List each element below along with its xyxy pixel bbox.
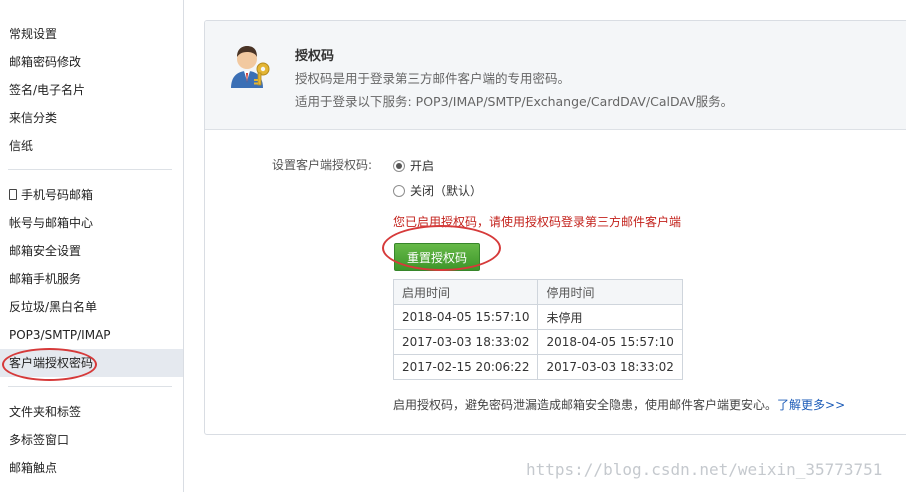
panel-services: 适用于登录以下服务: POP3/IMAP/SMTP/Exchange/CardD… (295, 94, 734, 109)
radio-checked-icon[interactable] (393, 159, 405, 172)
sidebar-item-label: 客户端授权密码 (9, 356, 94, 370)
enabled-time-cell: 2017-03-03 18:33:02 (392, 329, 539, 355)
sidebar-item-antispam[interactable]: 反垃圾/黑白名单 (0, 293, 183, 321)
sidebar-item-security[interactable]: 邮箱安全设置 (0, 237, 183, 265)
panel-header: 授权码 授权码是用于登录第三方邮件客户端的专用密码。 适用于登录以下服务: PO… (205, 21, 906, 130)
learn-more-link[interactable]: 了解更多>> (777, 398, 845, 412)
sidebar-item-label: 邮箱触点 (9, 461, 58, 475)
auth-code-history-table: 启用时间 停用时间 2018-04-05 15:57:10 未停用 2017-0… (392, 279, 683, 380)
sidebar-item-label: 签名/电子名片 (9, 83, 86, 97)
auth-enabled-warning: 您已启用授权码，请使用授权码登录第三方邮件客户端 (393, 215, 682, 229)
sidebar-item-stationery[interactable]: 信纸 (0, 132, 183, 160)
radio-disable[interactable]: 关闭（默认） (393, 182, 482, 199)
radio-enable[interactable]: 开启 (393, 157, 434, 174)
sidebar-item-label: 邮箱手机服务 (9, 272, 82, 286)
sidebar-item-label: 来信分类 (9, 111, 58, 125)
sidebar-item-filters[interactable]: 来信分类 (0, 104, 183, 132)
reset-auth-code-button[interactable]: 重置授权码 (394, 243, 480, 271)
disabled-time-cell: 未停用 (537, 304, 683, 330)
sidebar-item-label: 文件夹和标签 (9, 405, 82, 419)
watermark-url: https://blog.csdn.net/weixin_35773751 (526, 460, 883, 479)
auth-code-panel: 授权码 授权码是用于登录第三方邮件客户端的专用密码。 适用于登录以下服务: PO… (204, 20, 906, 435)
user-key-icon (231, 46, 270, 88)
table-row: 2017-02-15 20:06:22 2017-03-03 18:33:02 (392, 354, 683, 380)
enabled-time-cell: 2018-04-05 15:57:10 (392, 304, 539, 330)
sidebar-item-password[interactable]: 邮箱密码修改 (0, 48, 183, 76)
sidebar-item-label: 多标签窗口 (9, 433, 70, 447)
sidebar-item-pop3-smtp-imap[interactable]: POP3/SMTP/IMAP (0, 321, 183, 349)
sidebar-item-label: 常规设置 (9, 27, 58, 41)
disabled-time-cell: 2017-03-03 18:33:02 (537, 354, 683, 380)
phone-icon (9, 189, 17, 200)
sidebar-item-mobile-service[interactable]: 邮箱手机服务 (0, 265, 183, 293)
sidebar-item-label: 邮箱安全设置 (9, 244, 82, 258)
sidebar-item-label: 手机号码邮箱 (21, 188, 94, 202)
radio-unchecked-icon[interactable] (393, 184, 405, 197)
disabled-time-cell: 2018-04-05 15:57:10 (537, 329, 683, 355)
auth-code-setting-label: 设置客户端授权码: (272, 158, 373, 172)
sidebar-item-label: 信纸 (9, 139, 34, 153)
sidebar-item-folders-tags[interactable]: 文件夹和标签 (0, 398, 183, 426)
sidebar-item-general[interactable]: 常规设置 (0, 20, 183, 48)
sidebar-divider (8, 386, 172, 387)
sidebar-item-signature[interactable]: 签名/电子名片 (0, 76, 183, 104)
table-header-row: 启用时间 停用时间 (392, 279, 683, 305)
sidebar-item-label: POP3/SMTP/IMAP (9, 328, 111, 342)
sidebar-item-multi-tab[interactable]: 多标签窗口 (0, 426, 183, 454)
footer-note: 启用授权码，避免密码泄漏造成邮箱安全隐患，使用邮件客户端更安心。了解更多>> (393, 396, 845, 413)
table-row: 2018-04-05 15:57:10 未停用 (392, 304, 683, 330)
sidebar-item-label: 邮箱密码修改 (9, 55, 82, 69)
radio-enable-label: 开启 (410, 159, 435, 173)
sidebar-divider (8, 169, 172, 170)
sidebar-item-account-center[interactable]: 帐号与邮箱中心 (0, 209, 183, 237)
radio-disable-label: 关闭（默认） (410, 184, 483, 198)
panel-title: 授权码 (295, 49, 335, 64)
footer-text: 启用授权码，避免密码泄漏造成邮箱安全隐患，使用邮件客户端更安心。 (393, 398, 778, 412)
sidebar-item-client-auth-code[interactable]: 客户端授权密码 (0, 349, 183, 377)
sidebar-item-mail-touch[interactable]: 邮箱触点 (0, 454, 183, 482)
panel-description: 授权码是用于登录第三方邮件客户端的专用密码。 (295, 71, 571, 86)
settings-sidebar: 常规设置 邮箱密码修改 签名/电子名片 来信分类 信纸 手机号码邮箱 帐号与邮箱… (0, 0, 184, 492)
sidebar-item-label: 帐号与邮箱中心 (9, 216, 94, 230)
column-header-enabled-time: 启用时间 (392, 279, 539, 305)
sidebar-item-phone-mailbox[interactable]: 手机号码邮箱 (0, 181, 183, 209)
enabled-time-cell: 2017-02-15 20:06:22 (392, 354, 539, 380)
sidebar-item-label: 反垃圾/黑白名单 (9, 300, 98, 314)
table-row: 2017-03-03 18:33:02 2018-04-05 15:57:10 (392, 329, 683, 355)
column-header-disabled-time: 停用时间 (537, 279, 683, 305)
